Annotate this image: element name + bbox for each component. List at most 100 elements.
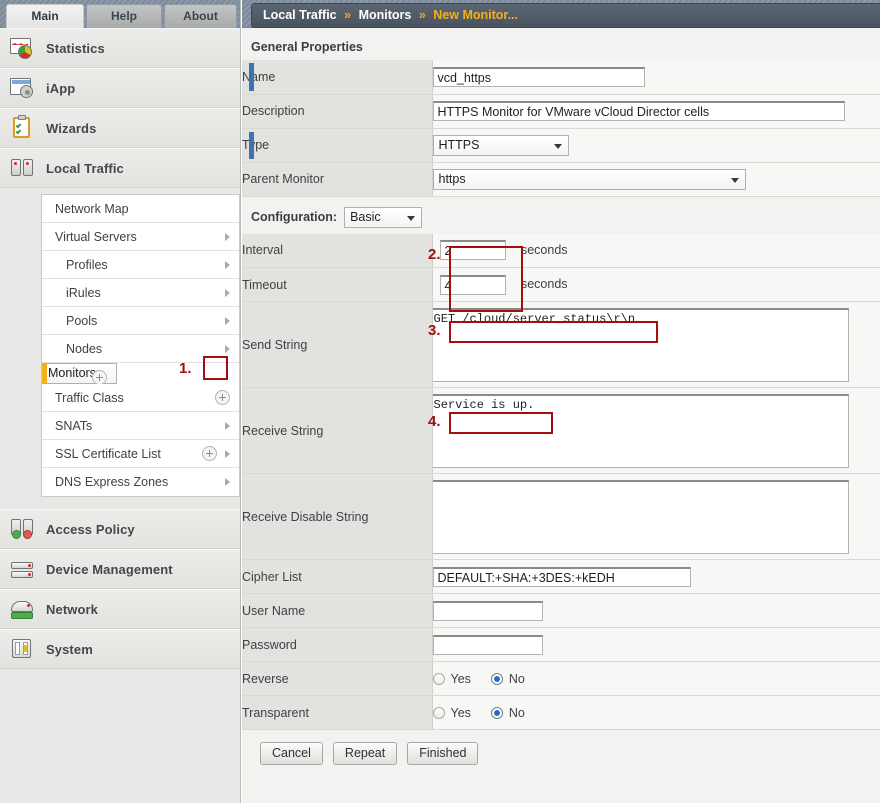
annotation-step-4: 4. (428, 413, 441, 430)
label-receive-string: Receive String (242, 387, 433, 474)
row-name: Name vcd_https (242, 60, 880, 95)
interval-input[interactable]: 2 (439, 240, 506, 261)
sidebar-item-wizards[interactable]: Wizards (0, 108, 240, 148)
label-parent-monitor: Parent Monitor (242, 162, 433, 197)
chevron-right-icon (225, 289, 230, 297)
reverse-yes-radio[interactable] (432, 672, 445, 685)
cell-cipher-list: DEFAULT:+SHA:+3DES:+kEDH (432, 559, 880, 594)
configuration-mode-select[interactable]: Basic (344, 206, 423, 228)
row-send-string: Send String GET /cloud/server_status\r\n (242, 301, 880, 388)
submenu-item-nodes[interactable]: Nodes (42, 335, 239, 363)
receive-disable-string-textarea[interactable] (428, 480, 849, 554)
password-input[interactable] (432, 634, 543, 655)
submenu-label: SNATs (55, 419, 93, 433)
description-input[interactable]: HTTPS Monitor for VMware vCloud Director… (432, 101, 845, 121)
label-user-name: User Name (242, 593, 433, 628)
row-password: Password (242, 627, 880, 662)
submenu-item-snats[interactable]: SNATs (42, 412, 239, 440)
cell-password (432, 627, 880, 662)
breadcrumb: Local Traffic » Monitors » New Monitor..… (251, 3, 880, 28)
annotation-step-1: 1. (179, 360, 192, 377)
submenu-item-traffic-class[interactable]: Traffic Class (42, 384, 239, 412)
transparent-no-radio[interactable] (490, 706, 503, 719)
local-traffic-submenu: Network Map Virtual Servers Profiles iRu… (41, 194, 240, 497)
sidebar-item-access-policy[interactable]: Access Policy (0, 509, 240, 549)
breadcrumb-root[interactable]: Local Traffic (263, 8, 337, 22)
sidebar-item-local-traffic[interactable]: Local Traffic (0, 148, 240, 188)
label-timeout: Timeout (242, 267, 433, 302)
submenu-item-irules[interactable]: iRules (42, 279, 239, 307)
sidebar-item-system[interactable]: System (0, 629, 240, 669)
repeat-button[interactable]: Repeat (332, 742, 398, 765)
general-properties-title: General Properties (251, 40, 363, 54)
system-icon (9, 636, 37, 662)
sidebar-label-network: Network (46, 601, 98, 617)
type-select[interactable]: HTTPS (432, 134, 569, 156)
label-password: Password (242, 627, 433, 662)
add-monitor-plus-icon[interactable] (91, 370, 107, 385)
wizards-icon (9, 115, 37, 141)
row-cipher-list: Cipher List DEFAULT:+SHA:+3DES:+kEDH (242, 559, 880, 594)
row-description: Description HTTPS Monitor for VMware vCl… (242, 94, 880, 129)
configuration-table: Interval 2 seconds Timeout 4 seconds Sen… (242, 233, 880, 730)
type-select-value: HTTPS (438, 137, 480, 152)
sidebar-item-device-management[interactable]: Device Management (0, 549, 240, 589)
cell-receive-string: Service is up. (428, 387, 880, 474)
general-properties-table: Name vcd_https Description HTTPS Monitor… (242, 60, 880, 197)
add-ssl-certificate-plus-icon[interactable] (202, 446, 217, 461)
submenu-item-monitors[interactable]: Monitors (42, 363, 117, 385)
chevron-down-icon (407, 215, 416, 221)
row-type: Type HTTPS (242, 128, 880, 163)
sidebar-item-network[interactable]: Network (0, 589, 240, 629)
sidebar-item-iapp[interactable]: iApp (0, 68, 240, 108)
tab-main[interactable]: Main (6, 4, 84, 28)
device-management-icon (9, 556, 37, 582)
add-traffic-class-plus-icon[interactable] (215, 390, 230, 405)
tab-help[interactable]: Help (86, 4, 162, 28)
label-interval: Interval (242, 233, 433, 268)
send-string-textarea[interactable]: GET /cloud/server_status\r\n (428, 308, 849, 382)
breadcrumb-separator-icon: » (418, 8, 426, 22)
reverse-no-radio[interactable] (490, 672, 503, 685)
submenu-label: iRules (66, 286, 101, 300)
breadcrumb-current: New Monitor... (433, 8, 518, 22)
submenu-label: Nodes (66, 342, 103, 356)
timeout-input[interactable]: 4 (439, 274, 506, 295)
submenu-item-pools[interactable]: Pools (42, 307, 239, 335)
finished-button[interactable]: Finished (407, 742, 479, 765)
timeout-unit: seconds (520, 276, 568, 291)
label-receive-disable-string: Receive Disable String (242, 473, 433, 560)
cancel-button[interactable]: Cancel (260, 742, 323, 765)
sidebar-item-statistics[interactable]: Statistics (0, 28, 240, 68)
sidebar-label-statistics: Statistics (46, 40, 105, 56)
row-receive-string: Receive String Service is up. (242, 387, 880, 474)
chevron-down-icon (553, 143, 562, 149)
user-name-input[interactable] (432, 600, 543, 621)
submenu-item-network-map[interactable]: Network Map (42, 195, 239, 223)
chevron-right-icon (225, 422, 230, 430)
bigip-admin-window: Main Help About Statistics iApp Wizards (0, 0, 880, 803)
submenu-item-ssl-certificate-list[interactable]: SSL Certificate List (42, 440, 239, 468)
receive-string-textarea[interactable]: Service is up. (428, 394, 849, 468)
local-traffic-icon (9, 155, 37, 181)
row-user-name: User Name (242, 593, 880, 628)
submenu-item-dns-express-zones[interactable]: DNS Express Zones (42, 468, 239, 496)
submenu-label: Pools (66, 314, 98, 328)
cell-type: HTTPS (432, 128, 880, 163)
row-interval: Interval 2 seconds (242, 233, 880, 268)
label-name: Name (242, 60, 433, 95)
submenu-item-virtual-servers[interactable]: Virtual Servers (42, 223, 239, 251)
chevron-right-icon (225, 233, 230, 241)
parent-monitor-select[interactable]: https (432, 168, 746, 190)
row-parent-monitor: Parent Monitor https (242, 162, 880, 197)
transparent-yes-radio[interactable] (432, 706, 445, 719)
submenu-label: Network Map (55, 202, 129, 216)
cell-name: vcd_https (432, 60, 880, 95)
sidebar-label-local-traffic: Local Traffic (46, 160, 124, 176)
breadcrumb-monitors[interactable]: Monitors (359, 8, 412, 22)
name-input[interactable]: vcd_https (432, 66, 645, 87)
submenu-label: Monitors (48, 366, 96, 380)
submenu-item-profiles[interactable]: Profiles (42, 251, 239, 279)
cipher-list-input[interactable]: DEFAULT:+SHA:+3DES:+kEDH (432, 566, 691, 587)
tab-about[interactable]: About (164, 4, 237, 28)
